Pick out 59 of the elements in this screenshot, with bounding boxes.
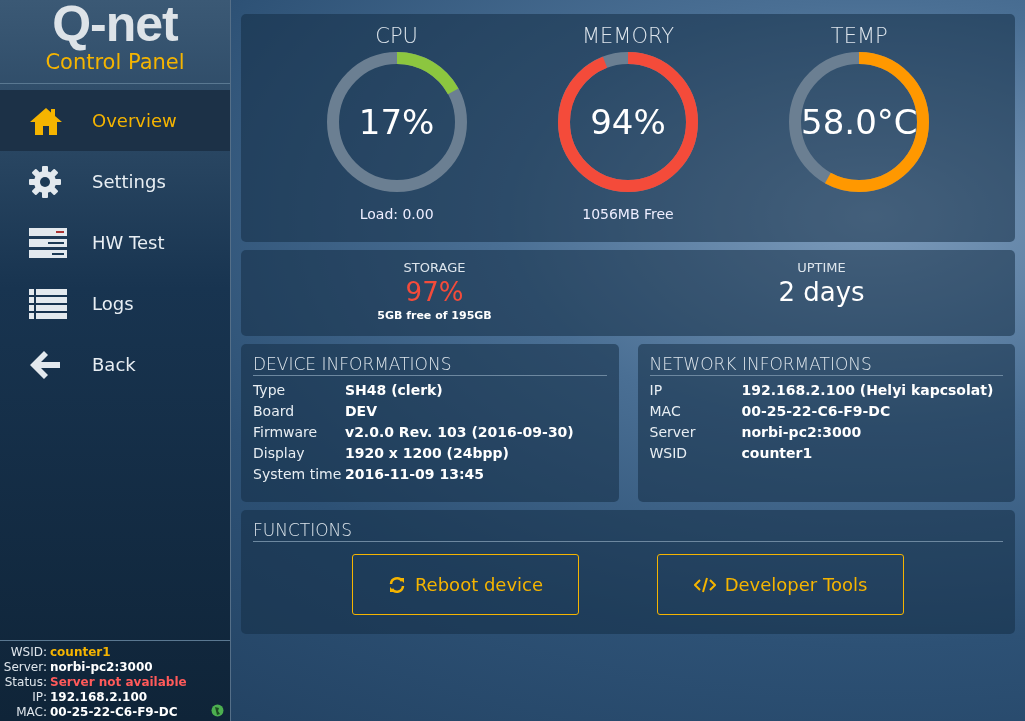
gauge-caption: Load: 0.00 bbox=[359, 206, 434, 222]
nav-item[interactable]: Settings bbox=[0, 151, 230, 212]
status-value: 00-25-22-C6-F9-DC bbox=[50, 705, 179, 719]
info-value: SH48 (clerk) bbox=[345, 381, 444, 400]
stat-caption: 5GB free of 195GB bbox=[377, 309, 492, 322]
function-button[interactable]: Reboot device bbox=[352, 554, 579, 615]
server-icon bbox=[28, 226, 68, 259]
info-label: WSID bbox=[649, 444, 689, 463]
status-label: WSID: bbox=[9, 645, 48, 659]
info-value: 1920 x 1200 (24bpp) bbox=[345, 444, 510, 463]
status-value: norbi-pc2:3000 bbox=[50, 660, 154, 674]
gauge-caption: 1056MB Free bbox=[582, 206, 674, 222]
stat-title: STORAGE bbox=[403, 260, 466, 275]
info-label: System time bbox=[253, 465, 343, 484]
nav-item[interactable]: Back bbox=[0, 334, 230, 395]
function-button[interactable]: Developer Tools bbox=[657, 554, 904, 615]
info-value: 192.168.2.100 (Helyi kapcsolat) bbox=[741, 381, 995, 400]
info-value: 00-25-22-C6-F9-DC bbox=[741, 402, 892, 421]
gauge-value: 58.0°C bbox=[801, 102, 918, 142]
stat-value: 97% bbox=[405, 276, 464, 309]
info-value: norbi-pc2:3000 bbox=[741, 423, 863, 442]
status-label: Server: bbox=[2, 660, 48, 674]
info-label: Firmware bbox=[253, 423, 319, 442]
info-value: counter1 bbox=[741, 444, 814, 463]
refresh-icon bbox=[387, 575, 406, 594]
info-label: IP bbox=[649, 381, 664, 400]
info-label: Display bbox=[253, 444, 306, 463]
status-value: Server not available bbox=[50, 675, 188, 689]
gauge-value: 17% bbox=[358, 102, 435, 142]
info-value: DEV bbox=[345, 402, 379, 421]
code-icon bbox=[693, 576, 716, 593]
status-label: Status: bbox=[3, 675, 48, 689]
section-title: DEVICE INFORMATIONS bbox=[253, 354, 607, 376]
info-label: MAC bbox=[649, 402, 682, 421]
nav-item[interactable]: Overview bbox=[0, 90, 230, 151]
status-label: IP: bbox=[31, 690, 48, 704]
status-value: 192.168.2.100 bbox=[50, 690, 149, 704]
nav-item[interactable]: Logs bbox=[0, 273, 230, 334]
gauge-title: CPU bbox=[375, 24, 418, 48]
globe-icon bbox=[211, 704, 224, 717]
logo-subtitle: Control Panel bbox=[45, 50, 185, 76]
gauge-title: MEMORY bbox=[581, 24, 675, 48]
info-value: 2016-11-09 13:45 bbox=[345, 465, 485, 484]
status-label: MAC: bbox=[15, 705, 48, 719]
stat-title: UPTIME bbox=[797, 260, 846, 275]
home-icon bbox=[28, 105, 64, 136]
gauge-title: TEMP bbox=[830, 24, 888, 48]
info-label: Type bbox=[253, 381, 287, 400]
status-value: counter1 bbox=[50, 645, 112, 659]
stat-value: 2 days bbox=[778, 276, 865, 309]
section-title: NETWORK INFORMATIONS bbox=[649, 354, 1003, 376]
list-icon bbox=[28, 287, 68, 320]
info-value: v2.0.0 Rev. 103 (2016-09-30) bbox=[345, 423, 575, 442]
info-label: Board bbox=[253, 402, 296, 421]
info-label: Server bbox=[649, 423, 697, 442]
nav-item[interactable]: HW Test bbox=[0, 212, 230, 273]
gear-icon bbox=[28, 164, 62, 199]
section-title: FUNCTIONS bbox=[253, 520, 1003, 542]
gauge-value: 94% bbox=[590, 102, 666, 142]
